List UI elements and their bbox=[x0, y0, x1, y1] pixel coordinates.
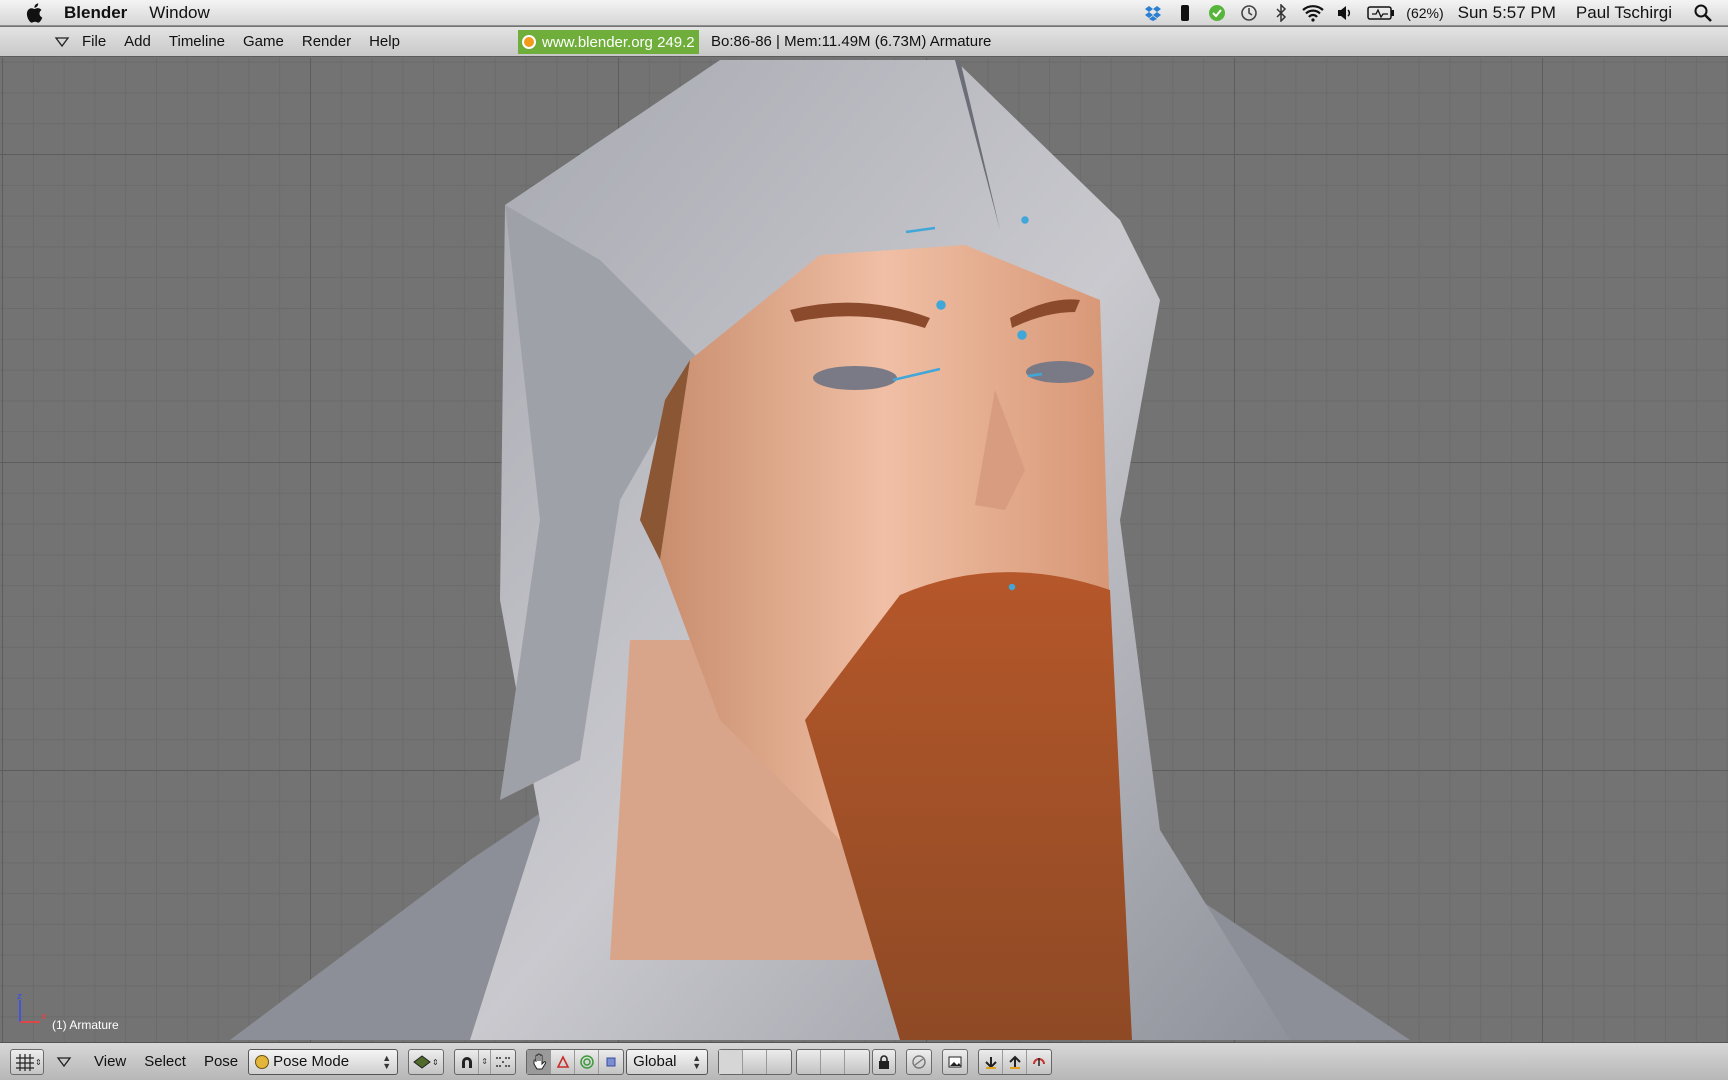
layer-6-button[interactable] bbox=[845, 1050, 869, 1074]
wifi-icon[interactable] bbox=[1302, 3, 1325, 23]
copy-pose-icon[interactable] bbox=[979, 1049, 1004, 1074]
manipulator-group bbox=[526, 1048, 625, 1075]
layer-buttons-1[interactable] bbox=[718, 1048, 793, 1075]
menu-view[interactable]: View bbox=[94, 1053, 126, 1070]
menu-timeline[interactable]: Timeline bbox=[169, 33, 225, 50]
blender-version-text: www.blender.org 249.2 bbox=[542, 33, 695, 51]
app-name[interactable]: Blender bbox=[64, 3, 127, 23]
blender-logo-icon bbox=[522, 35, 536, 49]
lock-icon bbox=[879, 1054, 890, 1069]
menu-render[interactable]: Render bbox=[302, 33, 351, 50]
mode-select[interactable]: Pose Mode ▲ ▼ bbox=[248, 1048, 399, 1075]
lock-layers-button[interactable] bbox=[872, 1048, 897, 1075]
window-type-toggle-icon[interactable] bbox=[54, 35, 70, 49]
volume-icon[interactable] bbox=[1334, 3, 1356, 23]
3d-viewport[interactable]: z x (1) Armature bbox=[0, 58, 1728, 1042]
svg-text:⇕: ⇕ bbox=[35, 1058, 40, 1067]
grid-icon: ⇕ bbox=[16, 1053, 40, 1071]
pose-copy-paste-group bbox=[978, 1048, 1053, 1075]
layer-buttons-2[interactable] bbox=[796, 1048, 871, 1075]
bluetooth-icon[interactable] bbox=[1270, 3, 1292, 23]
phone-icon[interactable] bbox=[1174, 3, 1196, 23]
rotate-manipulator-icon[interactable] bbox=[575, 1049, 600, 1074]
battery-percentage: (62%) bbox=[1406, 4, 1444, 21]
dropbox-icon[interactable] bbox=[1142, 3, 1164, 23]
render-preview-button[interactable] bbox=[942, 1048, 969, 1075]
layer-4-button[interactable] bbox=[797, 1049, 822, 1074]
axis-x-label: x bbox=[41, 1012, 47, 1022]
time-machine-icon[interactable] bbox=[1238, 3, 1260, 23]
orientation-select-value: Global bbox=[633, 1053, 677, 1070]
ghost-icon bbox=[912, 1054, 926, 1069]
user-name[interactable]: Paul Tschirgi bbox=[1576, 3, 1672, 23]
axis-z-label: z bbox=[17, 992, 22, 1002]
spotlight-search-icon[interactable] bbox=[1692, 2, 1714, 24]
scale-manipulator-icon[interactable] bbox=[599, 1050, 623, 1074]
layer-2-button[interactable] bbox=[743, 1049, 768, 1074]
axis-gizmo: z x bbox=[14, 992, 50, 1028]
textured-draw-icon: ⇕ bbox=[413, 1054, 439, 1069]
3d-view-header: ⇕ View Select Pose Pose Mode ▲ ▼ ⇕ ⇕ Glob… bbox=[0, 1042, 1728, 1080]
menu-select[interactable]: Select bbox=[144, 1053, 186, 1070]
orientation-select-arrows-icon: ▲ ▼ bbox=[692, 1052, 702, 1071]
clock[interactable]: Sun 5:57 PM bbox=[1458, 3, 1556, 23]
menu-window[interactable]: Window bbox=[149, 3, 209, 23]
menu-help[interactable]: Help bbox=[369, 33, 400, 50]
apple-icon[interactable] bbox=[24, 2, 46, 24]
paste-flipped-pose-icon[interactable] bbox=[1027, 1050, 1051, 1074]
character-head-model bbox=[230, 60, 1410, 1040]
ghost-button[interactable] bbox=[906, 1048, 933, 1075]
mode-select-value: Pose Mode bbox=[273, 1053, 350, 1070]
pivot-and-snap-group: ⇕ bbox=[454, 1048, 517, 1075]
active-object-label: (1) Armature bbox=[52, 1018, 119, 1032]
blender-info-header: File Add Timeline Game Render Help www.b… bbox=[0, 27, 1728, 57]
layer-1-button[interactable] bbox=[719, 1049, 744, 1074]
orientation-select[interactable]: Global ▲ ▼ bbox=[626, 1048, 709, 1075]
translate-manipulator-icon[interactable] bbox=[551, 1049, 576, 1074]
layer-3-button[interactable] bbox=[767, 1050, 791, 1074]
check-shield-icon[interactable] bbox=[1206, 3, 1228, 23]
draw-type-button[interactable]: ⇕ bbox=[408, 1048, 445, 1075]
image-icon bbox=[948, 1056, 962, 1067]
pose-mode-icon bbox=[255, 1054, 270, 1069]
menu-pose[interactable]: Pose bbox=[204, 1053, 238, 1070]
magnet-icon[interactable] bbox=[455, 1049, 480, 1074]
layer-5-button[interactable] bbox=[821, 1049, 846, 1074]
svg-text:⇕: ⇕ bbox=[432, 1058, 439, 1067]
proportional-toggle-icon[interactable]: ⇕ bbox=[479, 1049, 492, 1074]
menu-game[interactable]: Game bbox=[243, 33, 284, 50]
editor-type-button[interactable]: ⇕ bbox=[10, 1048, 44, 1075]
battery-icon[interactable] bbox=[1366, 3, 1396, 23]
scene-stats: Bo:86-86 | Mem:11.49M (6.73M) Armature bbox=[711, 33, 992, 50]
paste-pose-icon[interactable] bbox=[1003, 1049, 1028, 1074]
header-collapse-icon[interactable] bbox=[56, 1055, 74, 1069]
mode-select-arrows-icon: ▲ ▼ bbox=[382, 1052, 392, 1071]
menu-file[interactable]: File bbox=[82, 33, 106, 50]
menu-add[interactable]: Add bbox=[124, 33, 151, 50]
layer-map-icon[interactable] bbox=[491, 1050, 515, 1074]
hand-icon[interactable] bbox=[527, 1049, 552, 1074]
macos-menubar: Blender Window (62%) Sun 5:57 PM Paul Ts… bbox=[0, 0, 1728, 26]
blender-website-badge[interactable]: www.blender.org 249.2 bbox=[518, 30, 699, 54]
